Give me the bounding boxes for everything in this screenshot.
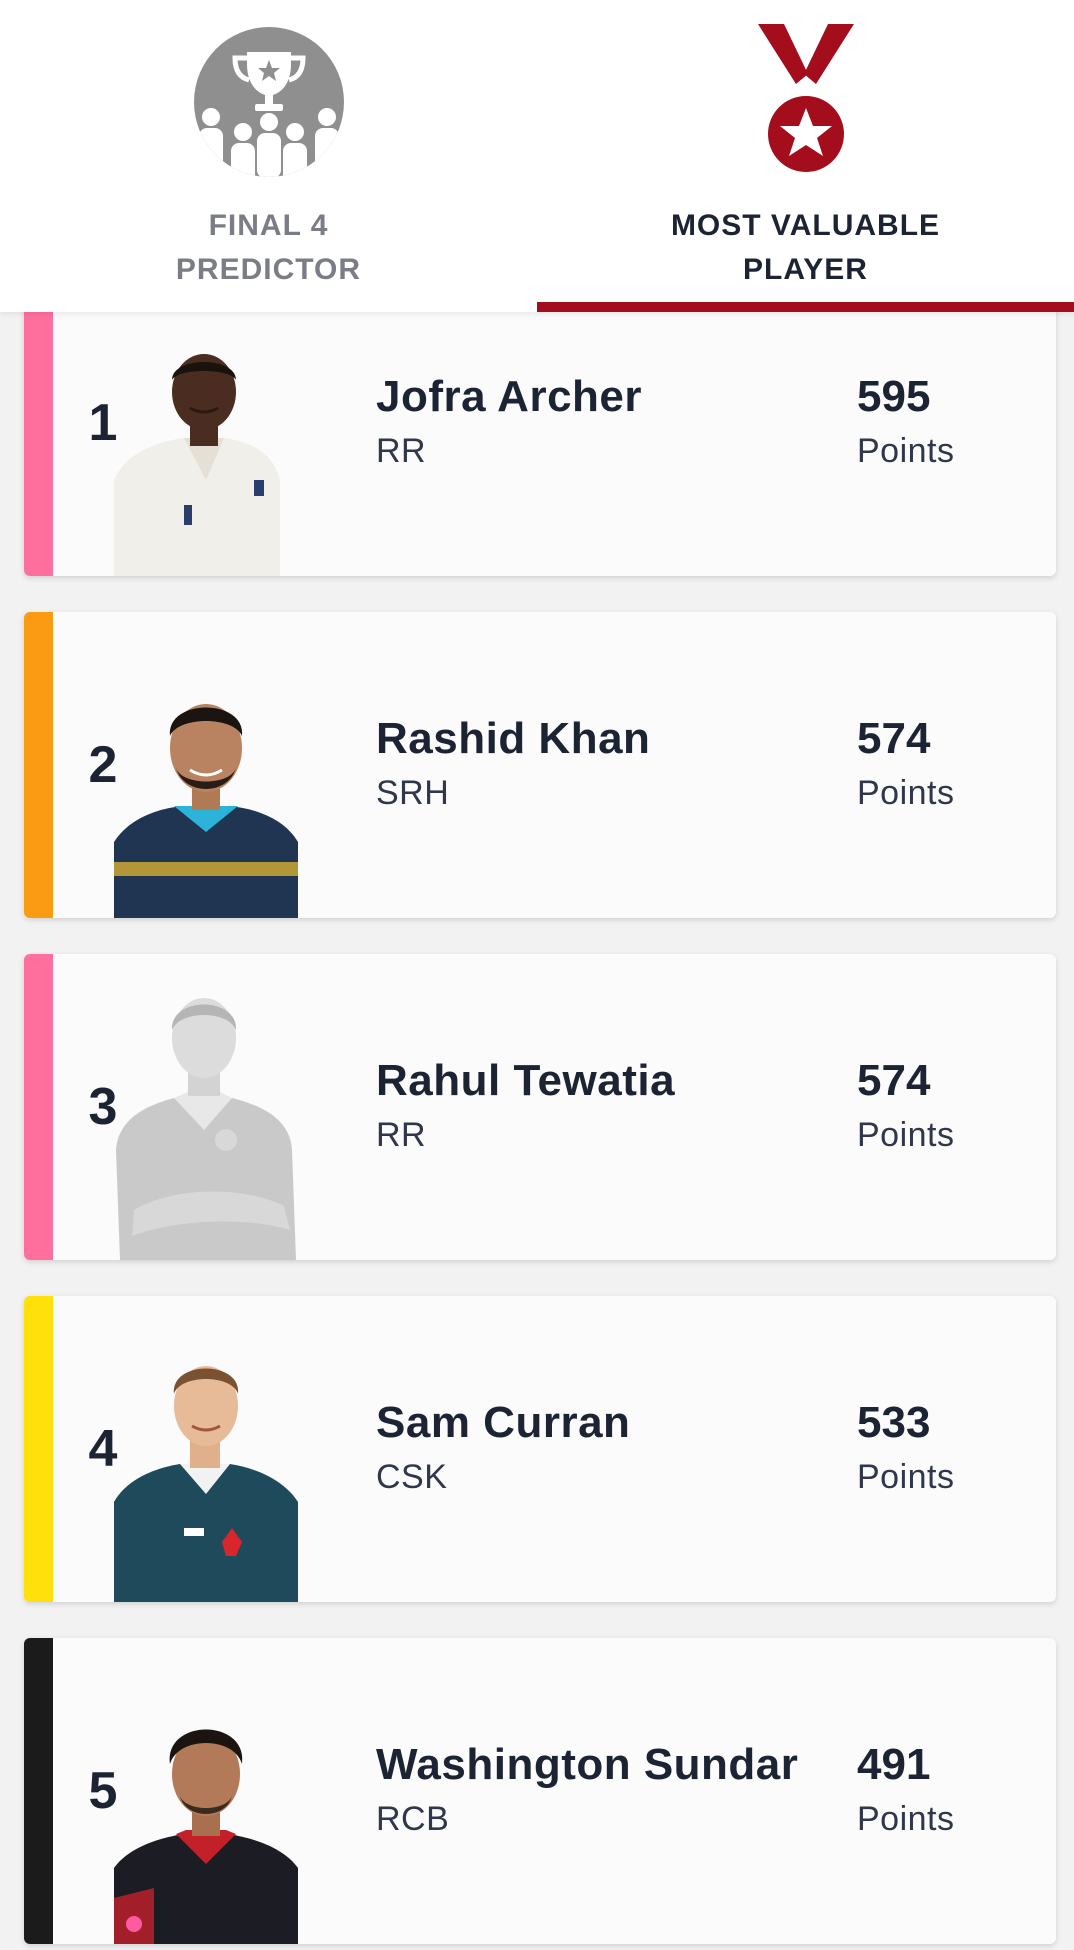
player-points: 491 Points [857, 1638, 1037, 1944]
tab-final-4-predictor[interactable]: FINAL 4 PREDICTOR [0, 0, 537, 312]
active-tab-indicator [537, 302, 1074, 312]
points-unit: Points [857, 774, 955, 812]
player-photo [114, 1342, 298, 1602]
player-card[interactable]: 1 Jofra Archer RR 595 Points [24, 270, 1056, 576]
rank-stripe [24, 270, 53, 576]
player-placeholder-avatar [114, 980, 298, 1260]
player-card[interactable]: 4 Sam Curran CSK 533 Points [24, 1296, 1056, 1602]
player-info: Rashid Khan SRH [376, 612, 856, 918]
player-info: Rahul Tewatia RR [376, 954, 856, 1260]
player-name: Jofra Archer [376, 372, 643, 421]
rank-stripe [24, 612, 53, 918]
player-team: SRH [376, 774, 450, 812]
rank-stripe [24, 1296, 53, 1602]
player-name: Washington Sundar [376, 1740, 799, 1789]
player-photo [114, 1698, 298, 1944]
points-value: 595 [857, 372, 931, 421]
player-points: 574 Points [857, 954, 1037, 1260]
player-photo [114, 330, 298, 576]
player-team: CSK [376, 1458, 448, 1496]
points-unit: Points [857, 1800, 955, 1838]
player-card[interactable]: 5 Washington Sundar RCB 491 Points [24, 1638, 1056, 1944]
tab-bar: FINAL 4 PREDICTOR MOST VALUABLE PLAYER [0, 0, 1074, 312]
player-team: RR [376, 1116, 427, 1154]
trophy-group-icon [189, 22, 349, 182]
points-unit: Points [857, 1458, 955, 1496]
points-unit: Points [857, 432, 955, 470]
player-points: 595 Points [857, 270, 1037, 576]
points-value: 574 [857, 714, 931, 763]
player-card[interactable]: 2 Rashid Khan SRH 574 Points [24, 612, 1056, 918]
tab-most-valuable-player[interactable]: MOST VALUABLE PLAYER [537, 0, 1074, 312]
player-points: 574 Points [857, 612, 1037, 918]
player-info: Sam Curran CSK [376, 1296, 856, 1602]
points-value: 491 [857, 1740, 931, 1789]
player-card[interactable]: 3 Rahul Tewatia RR 574 Points [24, 954, 1056, 1260]
tab-label: FINAL 4 PREDICTOR [175, 209, 362, 286]
player-name: Sam Curran [376, 1398, 631, 1447]
player-points: 533 Points [857, 1296, 1037, 1602]
player-name: Rahul Tewatia [376, 1056, 676, 1105]
points-unit: Points [857, 1116, 955, 1154]
player-team: RR [376, 432, 427, 470]
player-name: Rashid Khan [376, 714, 651, 763]
points-value: 574 [857, 1056, 931, 1105]
medal-icon [726, 22, 886, 182]
player-info: Jofra Archer RR [376, 270, 856, 576]
player-photo [114, 672, 298, 918]
player-info: Washington Sundar RCB [376, 1638, 856, 1944]
points-value: 533 [857, 1398, 931, 1447]
rank-stripe [24, 1638, 53, 1944]
rank-stripe [24, 954, 53, 1260]
tab-label: MOST VALUABLE PLAYER [670, 209, 941, 286]
player-team: RCB [376, 1800, 450, 1838]
